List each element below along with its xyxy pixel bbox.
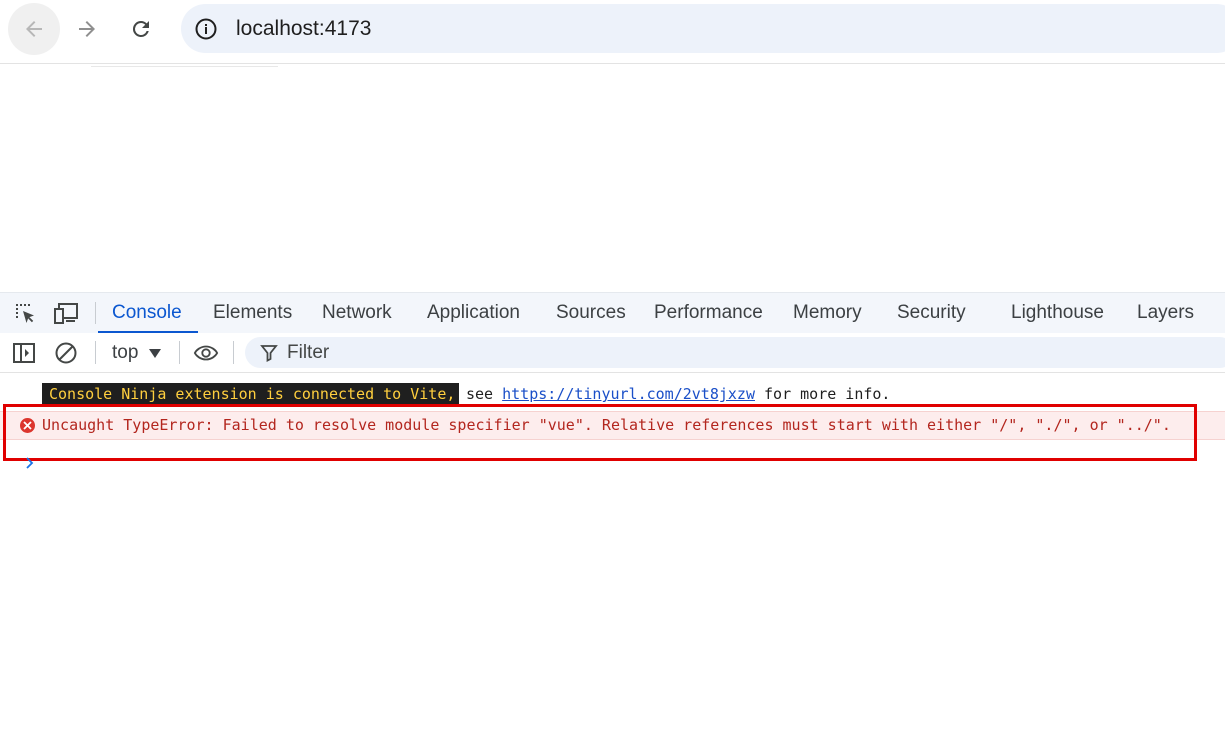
- toolbar-separator: [95, 341, 96, 364]
- arrow-right-icon: [79, 21, 95, 37]
- tab-sources[interactable]: Sources: [556, 293, 626, 333]
- forward-button[interactable]: [61, 3, 113, 55]
- info-link[interactable]: https://tinyurl.com/2vt8jxzw: [502, 385, 755, 403]
- eye-icon[interactable]: [193, 340, 219, 366]
- url-text[interactable]: localhost:4173: [236, 16, 371, 41]
- console-prompt-icon[interactable]: [24, 455, 36, 471]
- tab-application[interactable]: Application: [427, 293, 520, 333]
- tab-layers[interactable]: Layers: [1137, 293, 1194, 333]
- filter-placeholder: Filter: [287, 342, 330, 363]
- console-info-message: Console Ninja extension is connected to …: [0, 382, 1225, 406]
- info-see-text: see: [466, 385, 494, 403]
- toolbar-separator: [179, 341, 180, 364]
- browser-toolbar: localhost:4173: [0, 0, 1225, 64]
- address-bar[interactable]: localhost:4173: [181, 4, 1225, 53]
- tab-separator: [95, 302, 96, 324]
- inspect-element-icon[interactable]: [12, 301, 38, 325]
- reload-icon: [132, 20, 149, 37]
- tab-network[interactable]: Network: [322, 293, 392, 333]
- arrow-left-icon: [26, 21, 42, 37]
- reload-button[interactable]: [115, 3, 167, 55]
- chevron-down-icon[interactable]: [149, 349, 161, 358]
- page-content-divider: [91, 63, 278, 67]
- info-icon[interactable]: [193, 16, 218, 41]
- info-message-text: see https://tinyurl.com/2vt8jxzw for mor…: [466, 382, 890, 406]
- error-highlight-box: [3, 404, 1197, 461]
- tab-memory[interactable]: Memory: [793, 293, 862, 333]
- console-ninja-badge: Console Ninja extension is connected to …: [42, 383, 460, 405]
- tab-lighthouse[interactable]: Lighthouse: [1011, 293, 1104, 333]
- console-toolbar: top Filter: [0, 333, 1225, 373]
- filter-icon: [260, 345, 278, 362]
- back-button[interactable]: [8, 3, 60, 55]
- context-selector[interactable]: top: [112, 340, 138, 366]
- tab-elements[interactable]: Elements: [213, 293, 292, 333]
- clear-console-icon[interactable]: [53, 340, 79, 366]
- tab-performance[interactable]: Performance: [654, 293, 763, 333]
- sidebar-toggle-icon[interactable]: [11, 340, 37, 366]
- toolbar-separator: [233, 341, 234, 364]
- tab-security[interactable]: Security: [897, 293, 966, 333]
- device-toolbar-icon[interactable]: [53, 301, 79, 325]
- tab-console[interactable]: Console: [98, 293, 198, 333]
- devtools-tab-bar: Console Elements Network Application Sou…: [0, 292, 1225, 334]
- info-suffix-text: for more info.: [764, 385, 891, 403]
- filter-input[interactable]: Filter: [245, 337, 1225, 368]
